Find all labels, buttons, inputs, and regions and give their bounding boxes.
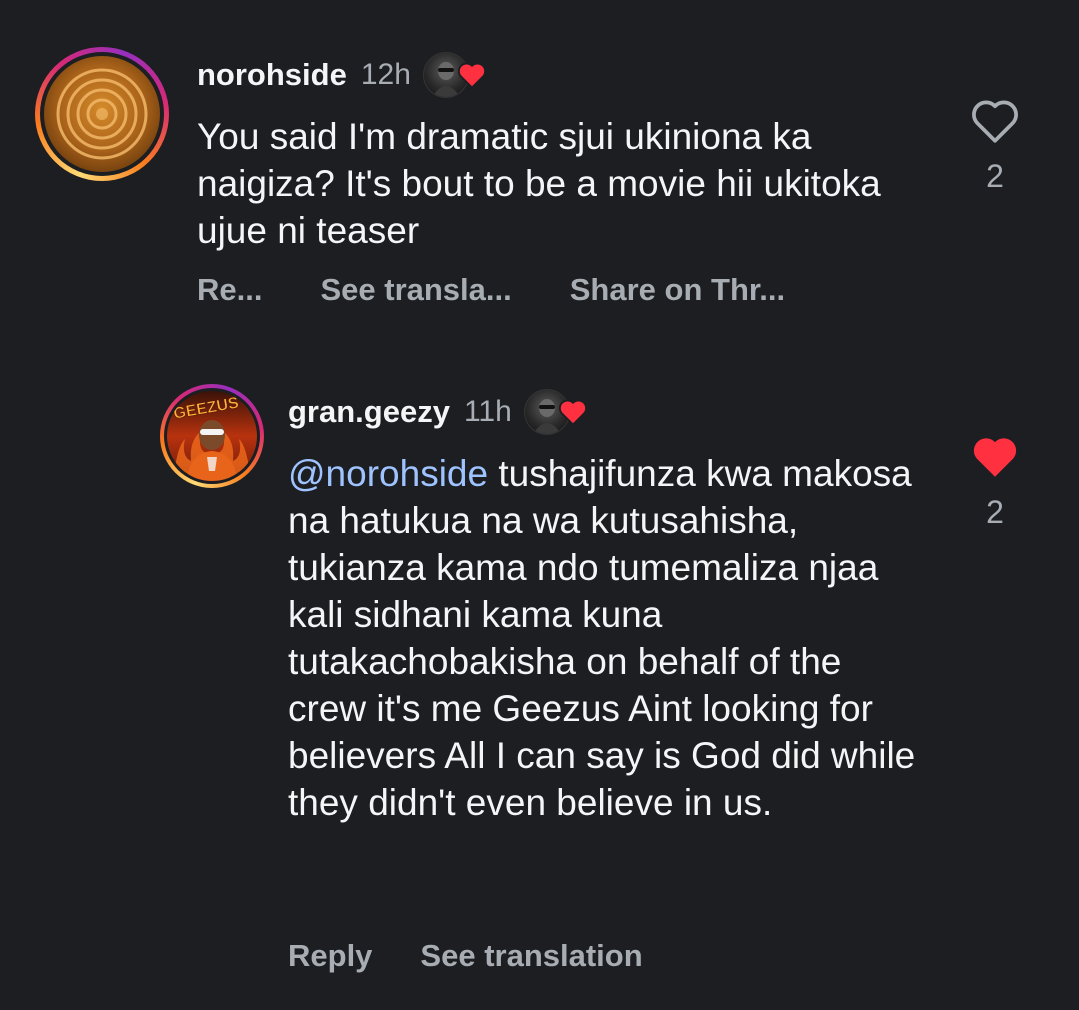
- reply-button[interactable]: Reply: [288, 938, 372, 978]
- avatar: GEEZUS: [167, 391, 257, 481]
- comment-actions: Reply See translation: [288, 938, 643, 978]
- heart-filled-icon: [558, 399, 587, 426]
- username[interactable]: gran.geezy: [288, 394, 450, 430]
- avatar-ring[interactable]: GEEZUS: [160, 384, 264, 488]
- comment-gran-geezy: GEEZUS gran.geezy 11h @norohside tushaji…: [0, 0, 1079, 1010]
- timestamp: 11h: [463, 395, 512, 428]
- heart-filled-icon[interactable]: [970, 434, 1020, 480]
- creator-liked-badge: [523, 389, 592, 435]
- see-translation-button[interactable]: See translation: [420, 938, 642, 978]
- comment-text: @norohside tushajifunza kwa makosa na ha…: [288, 450, 928, 826]
- mention-link[interactable]: @norohside: [288, 453, 488, 494]
- comment-body: tushajifunza kwa makosa na hatukua na wa…: [288, 453, 916, 823]
- like-count: 2: [986, 494, 1004, 530]
